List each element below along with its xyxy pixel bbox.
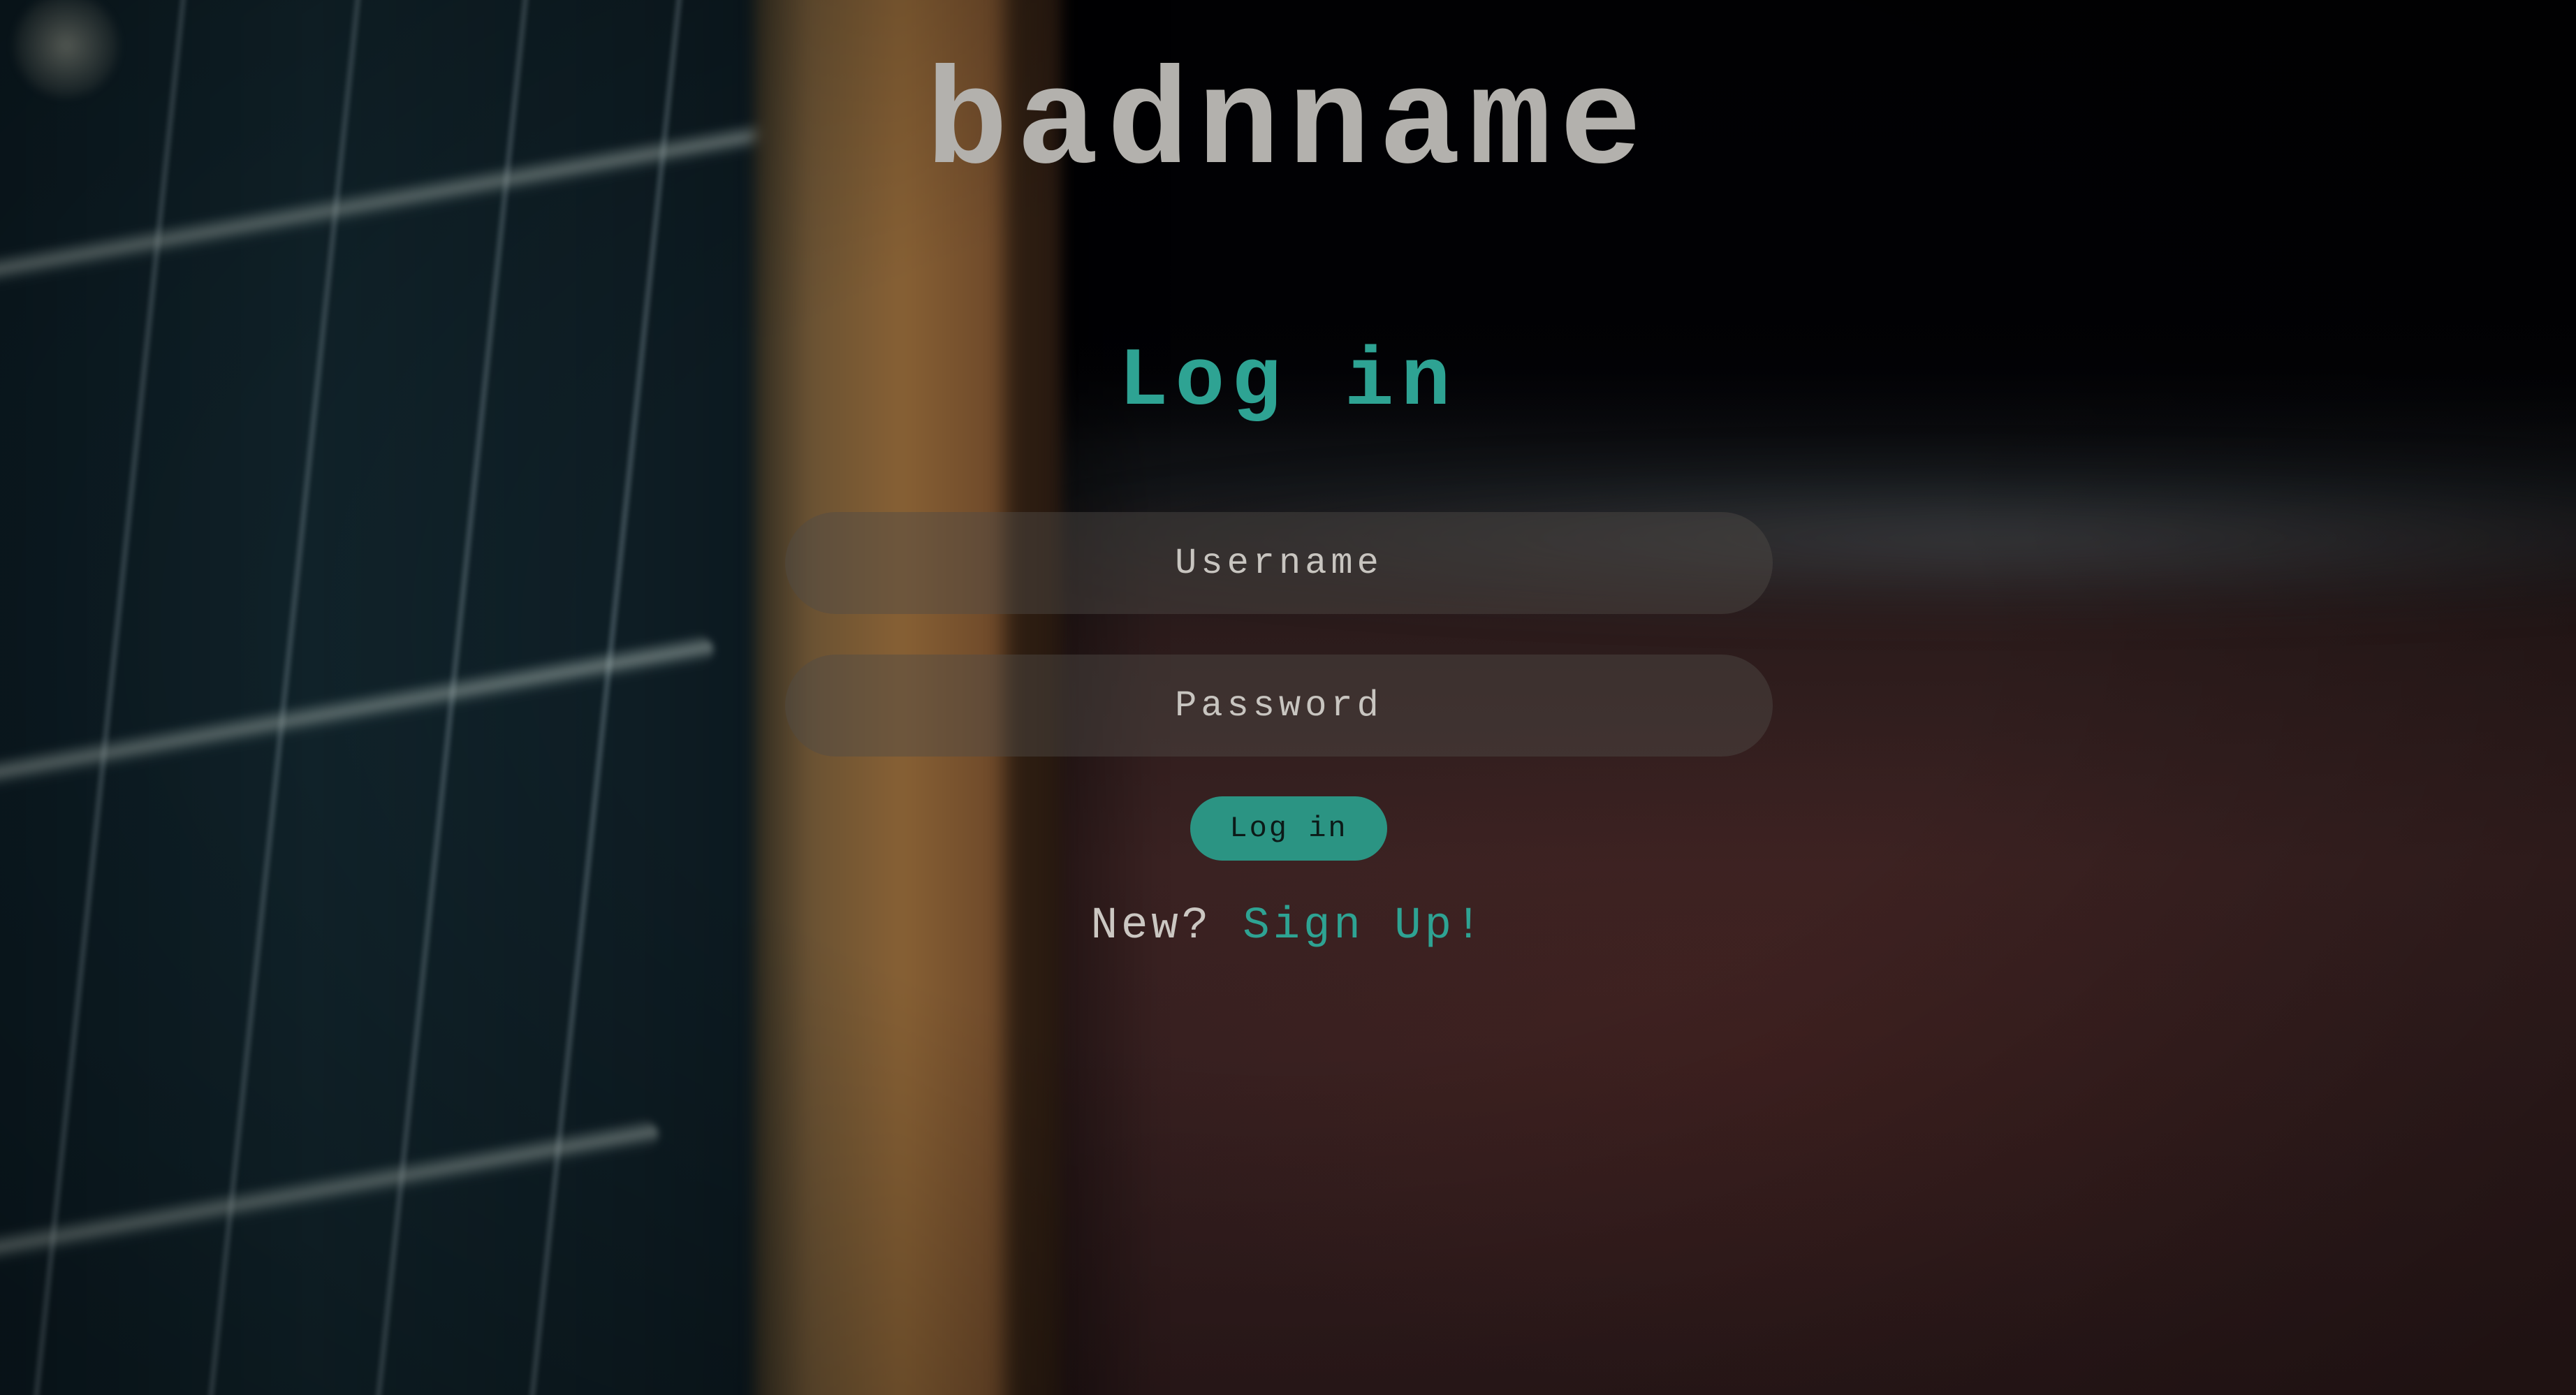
signup-row: New? Sign Up! — [0, 898, 2576, 954]
login-page: badnname Log in Log in New? Sign Up! — [0, 0, 2576, 1395]
password-input[interactable] — [785, 655, 1773, 757]
login-heading: Log in — [1118, 336, 1458, 429]
brand-logo: badnname — [925, 48, 1651, 203]
username-input[interactable] — [785, 512, 1773, 614]
login-button[interactable]: Log in — [1190, 796, 1387, 861]
signup-prompt: New? — [1090, 901, 1213, 951]
signup-link[interactable]: Sign Up! — [1243, 901, 1485, 951]
